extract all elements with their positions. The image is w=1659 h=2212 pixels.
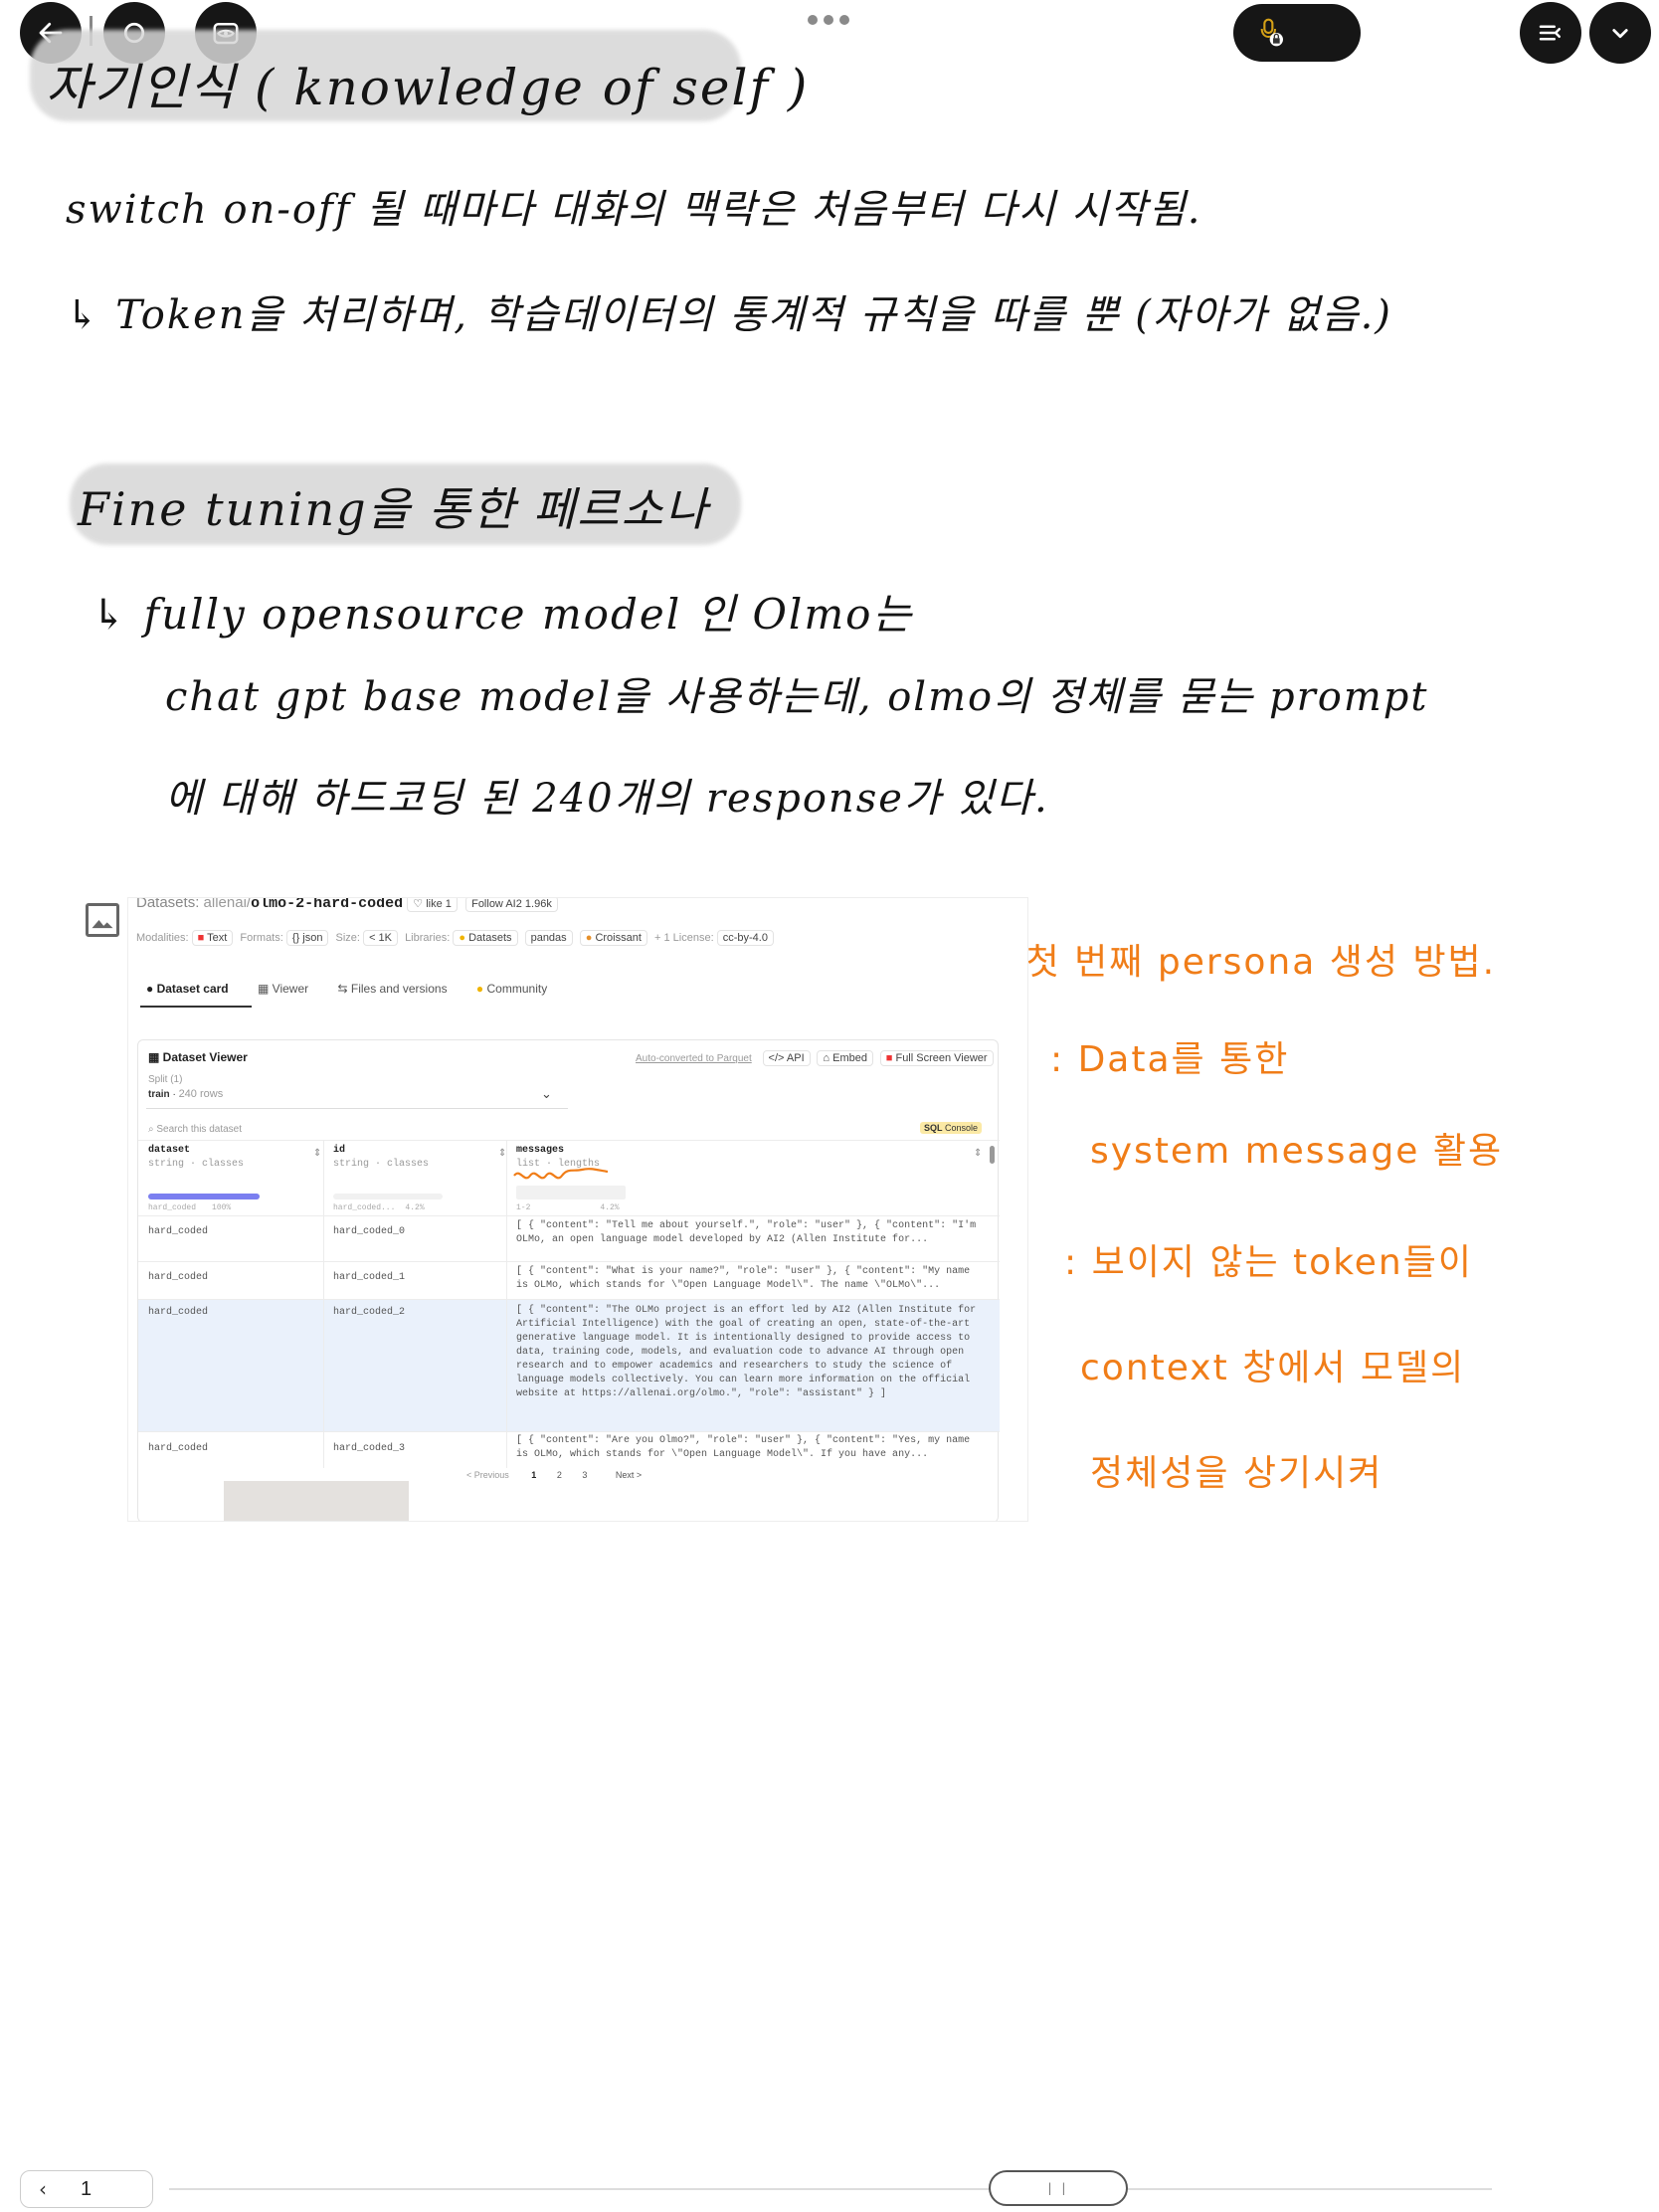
lib-datasets-tag[interactable]: ● Datasets — [453, 930, 518, 946]
sql-console-button[interactable]: SQL Console — [920, 1122, 983, 1134]
dist-messages-label: 1-2 4.2% — [516, 1203, 620, 1212]
mountain-icon — [92, 920, 113, 929]
dist-bar-messages[interactable] — [516, 1186, 626, 1199]
viewer-title: ▦ Dataset Viewer — [148, 1050, 248, 1064]
annotation-invisible-tokens: : 보이지 않는 token들이 — [1064, 1242, 1473, 1283]
annotation-identity: 정체성을 상기시켜 — [1090, 1453, 1383, 1494]
tab-community[interactable]: ● Community — [476, 982, 547, 996]
page-scroll-track — [169, 2188, 1492, 2190]
dist-dataset-label: hard_coded 100% — [148, 1203, 232, 1212]
search-icon: ⌕ — [148, 1124, 154, 1135]
note-line-chatgpt: chat gpt base model을 사용하는데, olmo의 정체를 묻는… — [165, 674, 1429, 720]
pager-prev[interactable]: < Previous — [466, 1470, 509, 1480]
grip-icon: | | — [1047, 2181, 1069, 2195]
collapse-button[interactable] — [1589, 2, 1651, 64]
tab-dataset-card[interactable]: ● Dataset card — [146, 982, 229, 996]
table-row[interactable]: hard_coded hard_coded_3 [ { "content": "… — [138, 1432, 1000, 1468]
full-screen-button[interactable]: ■ Full Screen Viewer — [879, 1050, 994, 1066]
column-sort-icon[interactable]: ⇕ — [313, 1148, 321, 1159]
cell-dataset: hard_coded — [148, 1443, 209, 1454]
dist-bar-id[interactable] — [333, 1194, 443, 1199]
col-header-dataset[interactable]: dataset string · classes — [148, 1144, 244, 1172]
page-number: 1 — [81, 2177, 92, 2200]
mic-lock-icon — [1260, 18, 1283, 47]
column-divider — [323, 1140, 324, 1468]
cell-id: hard_coded_1 — [333, 1272, 406, 1283]
search-input[interactable]: ⌕ Search this dataset — [148, 1124, 242, 1135]
page-navigator[interactable]: ‹ 1 — [20, 2170, 153, 2208]
cell-id: hard_coded_3 — [333, 1443, 406, 1454]
tab-files[interactable]: ⇆ Files and versions — [337, 982, 447, 996]
annotation-data: : Data를 통한 — [1050, 1039, 1290, 1080]
pager-page-1[interactable]: 1 — [531, 1470, 536, 1480]
split-select-underline — [146, 1108, 568, 1109]
more-options-button[interactable] — [808, 12, 855, 28]
chevron-down-icon: ⌄ — [541, 1086, 552, 1101]
dist-id-label: hard_coded... 4.2% — [333, 1203, 425, 1212]
handwritten-underline — [513, 1168, 609, 1180]
cell-dataset: hard_coded — [148, 1272, 209, 1283]
cell-messages: [ { "content": "Are you Olmo?", "role": … — [516, 1435, 971, 1460]
mic-button[interactable] — [1233, 4, 1361, 62]
dataset-meta: Modalities: ■ Text Formats: {} json Size… — [136, 930, 778, 946]
page-scroll-thumb[interactable]: | | — [989, 2170, 1128, 2206]
list-button[interactable] — [1520, 2, 1581, 64]
pager-page-2[interactable]: 2 — [557, 1470, 562, 1480]
chevron-down-icon — [1612, 29, 1628, 39]
note-heading-finetune: Fine tuning을 통한 페르소나 — [78, 482, 710, 536]
annotation-context-window: context 창에서 모델의 — [1080, 1348, 1466, 1388]
like-button[interactable]: ♡ like 1 — [407, 898, 458, 912]
cell-messages: [ { "content": "Tell me about yourself."… — [516, 1220, 977, 1245]
embed-button[interactable]: ⌂ Embed — [817, 1050, 873, 1066]
table-row[interactable]: hard_coded hard_coded_0 [ { "content": "… — [138, 1217, 1000, 1261]
chevron-left-icon[interactable]: ‹ — [39, 2177, 47, 2201]
image-icon[interactable] — [86, 903, 119, 937]
lib-croissant-tag[interactable]: ● Croissant — [579, 930, 647, 946]
note-line-switch: switch on-off 될 때마다 대화의 맥락은 처음부터 다시 시작됨. — [66, 187, 1202, 233]
screenshot-artifact — [224, 1481, 409, 1521]
cell-messages: [ { "content": "The OLMo project is an e… — [516, 1305, 977, 1399]
tab-viewer[interactable]: ▦ Viewer — [258, 982, 308, 996]
note-line-olmo: ↳ fully opensource model 인 Olmo는 — [92, 590, 914, 639]
api-button[interactable]: </> API — [762, 1050, 811, 1066]
cell-messages: [ { "content": "What is your name?", "ro… — [516, 1266, 971, 1291]
split-select[interactable]: train · 240 rows ⌄ — [148, 1086, 556, 1101]
note-heading-self: 자기인식 ( knowledge of self ) — [46, 59, 810, 116]
table-row[interactable]: hard_coded hard_coded_1 [ { "content": "… — [138, 1263, 1000, 1299]
dist-bar-dataset[interactable] — [148, 1194, 260, 1199]
table-row-selected[interactable]: hard_coded hard_coded_2 [ { "content": "… — [138, 1300, 1000, 1431]
column-sort-icon[interactable]: ⇕ — [974, 1148, 982, 1159]
annotation-first-persona: → 첫 번째 persona 생성 방법. — [981, 942, 1497, 983]
cell-dataset: hard_coded — [148, 1226, 209, 1237]
dataset-breadcrumb: Datasets: allenai/olmo-2-hard-coded ♡ li… — [136, 898, 562, 912]
dataset-viewer: ▦ Dataset Viewer Auto-converted to Parqu… — [137, 1039, 1000, 1521]
annotation-system-message: system message 활용 — [1090, 1131, 1504, 1172]
dataset-screenshot[interactable]: Datasets: allenai/olmo-2-hard-coded ♡ li… — [127, 897, 1028, 1522]
viewer-actions: Auto-converted to Parquet </> API ⌂ Embe… — [636, 1050, 998, 1066]
cell-dataset: hard_coded — [148, 1307, 209, 1318]
split-label: Split (1) — [148, 1074, 183, 1085]
cell-id: hard_coded_2 — [333, 1307, 406, 1318]
list-icon — [1539, 25, 1561, 41]
cell-id: hard_coded_0 — [333, 1226, 406, 1237]
column-divider — [506, 1140, 507, 1468]
lib-pandas-tag[interactable]: pandas — [524, 930, 573, 946]
pagination: < Previous 1 2 3 Next > — [466, 1470, 642, 1480]
follow-button[interactable]: Follow AI2 1.96k — [465, 898, 558, 912]
dataset-tabs: ● Dataset card ▦ Viewer ⇆ Files and vers… — [146, 982, 547, 996]
col-header-id[interactable]: id string · classes — [333, 1144, 429, 1172]
pager-next[interactable]: Next > — [616, 1470, 642, 1480]
vertical-scrollbar[interactable] — [990, 1146, 995, 1164]
note-line-response: 에 대해 하드코딩 된 240개의 response가 있다. — [165, 776, 1049, 822]
tabs-underline — [140, 1006, 252, 1008]
pager-page-3[interactable]: 3 — [582, 1470, 587, 1480]
note-line-token: ↳ Token을 처리하며, 학습데이터의 통계적 규칙을 따를 뿐 (자아가 … — [66, 292, 1392, 338]
